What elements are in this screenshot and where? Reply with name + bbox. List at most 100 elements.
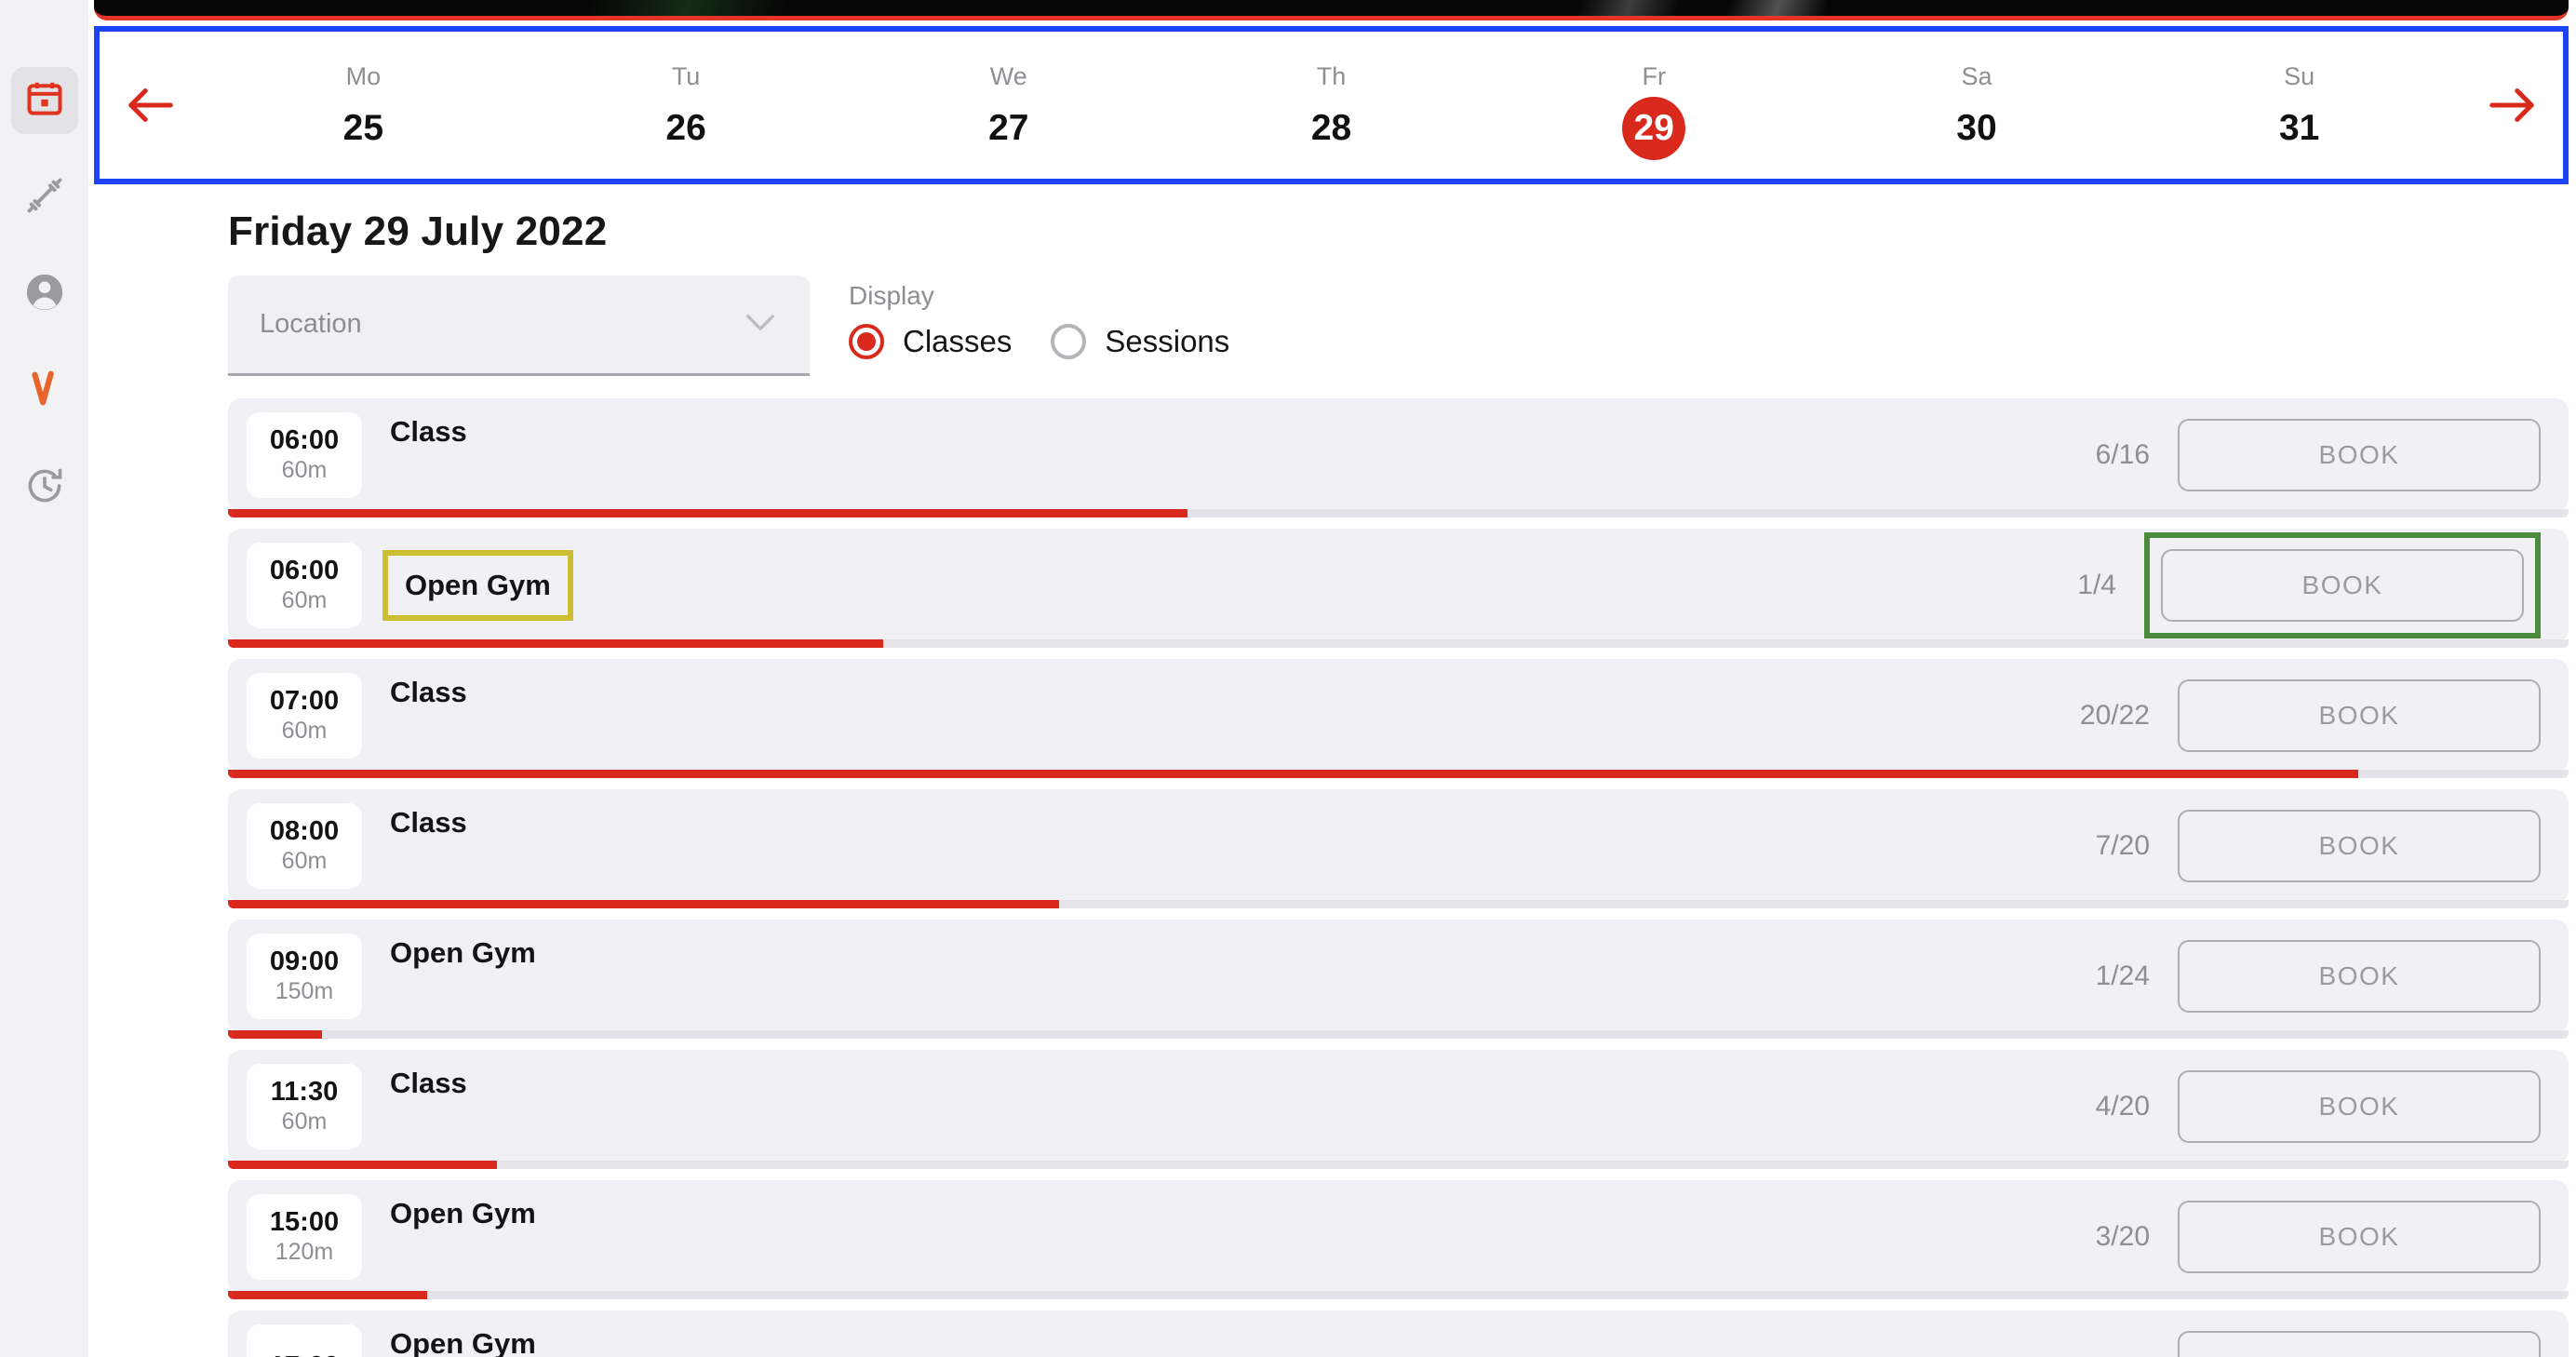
class-capacity-count: 1/4 bbox=[2077, 570, 2116, 600]
week-day-su[interactable]: Su 31 bbox=[2138, 62, 2461, 148]
class-start-time: 11:30 bbox=[270, 1076, 339, 1107]
week-day-th[interactable]: Th 28 bbox=[1170, 64, 1493, 148]
week-day-fr-selected[interactable]: Fr 29 bbox=[1493, 61, 1816, 160]
book-button[interactable]: BOOK bbox=[2161, 549, 2524, 622]
week-day-mo[interactable]: Mo 25 bbox=[202, 62, 525, 148]
week-day-label: We bbox=[989, 62, 1027, 90]
week-day-number: 28 bbox=[1310, 108, 1352, 148]
week-day-label: Sa bbox=[1961, 62, 1992, 90]
hero-banner-image bbox=[94, 0, 2569, 20]
capacity-progress-bar bbox=[228, 1291, 2569, 1299]
class-row[interactable]: 11:30 60m Class 4/20 BOOK bbox=[228, 1050, 2569, 1169]
class-title: Class bbox=[390, 676, 467, 708]
class-time-box: 08:00 60m bbox=[247, 803, 362, 889]
class-duration: 60m bbox=[281, 457, 328, 484]
capacity-progress-bar bbox=[228, 1161, 2569, 1169]
sidebar-item-checkin[interactable] bbox=[11, 357, 78, 424]
class-start-time: 15:00 bbox=[269, 1206, 340, 1237]
class-start-time: 06:00 bbox=[269, 555, 340, 585]
radio-sessions-label: Sessions bbox=[1105, 324, 1230, 358]
class-row[interactable]: 17:00 Open Gym BOOK bbox=[228, 1310, 2569, 1357]
book-button[interactable]: BOOK bbox=[2178, 1070, 2541, 1143]
book-button[interactable]: BOOK bbox=[2178, 679, 2541, 752]
week-day-label: Su bbox=[2284, 62, 2315, 90]
class-capacity-count: 7/20 bbox=[2095, 830, 2150, 861]
class-time-box: 09:00 150m bbox=[247, 934, 362, 1019]
check-v-icon bbox=[23, 368, 66, 415]
class-row[interactable]: 06:00 60m Class 6/16 BOOK bbox=[228, 398, 2569, 517]
display-mode-group: Display Classes Sessions bbox=[849, 275, 1229, 359]
class-duration: 60m bbox=[281, 718, 328, 745]
calendar-icon bbox=[24, 78, 65, 124]
book-button[interactable]: BOOK bbox=[2178, 1331, 2541, 1357]
book-button-wrapper: BOOK bbox=[2178, 940, 2541, 1013]
book-button[interactable]: BOOK bbox=[2178, 810, 2541, 882]
filter-bar: Location Display Classes Sessions bbox=[88, 255, 2576, 376]
radio-dot-icon bbox=[1051, 324, 1087, 359]
class-row[interactable]: 09:00 150m Open Gym 1/24 BOOK bbox=[228, 920, 2569, 1039]
capacity-progress-bar bbox=[228, 639, 2569, 648]
week-day-number: 25 bbox=[342, 108, 384, 148]
book-button[interactable]: BOOK bbox=[2178, 940, 2541, 1013]
next-week-button[interactable] bbox=[2461, 85, 2563, 126]
sidebar-item-history[interactable] bbox=[11, 454, 78, 521]
radio-dot-selected-icon bbox=[849, 324, 884, 359]
capacity-progress-bar bbox=[228, 770, 2569, 778]
week-day-number: 26 bbox=[665, 108, 706, 148]
week-day-label: Mo bbox=[345, 62, 382, 90]
location-select[interactable]: Location bbox=[228, 275, 810, 376]
app-root: Mo 25 Tu 26 We 27 Th 28 Fr 29 Sa 30 Su 3… bbox=[0, 0, 2576, 1357]
radio-classes[interactable]: Classes bbox=[849, 324, 1012, 359]
class-duration: 60m bbox=[281, 848, 328, 875]
week-day-sa[interactable]: Sa 30 bbox=[1816, 62, 2139, 148]
radio-classes-label: Classes bbox=[903, 324, 1013, 358]
class-title: Class bbox=[390, 806, 467, 839]
week-selector: Mo 25 Tu 26 We 27 Th 28 Fr 29 Sa 30 Su 3… bbox=[94, 26, 2569, 184]
class-duration: 120m bbox=[275, 1239, 334, 1266]
chevron-down-icon bbox=[745, 313, 776, 336]
previous-week-button[interactable] bbox=[100, 85, 202, 126]
sidebar-item-calendar[interactable] bbox=[10, 67, 78, 134]
class-row[interactable]: 15:00 120m Open Gym 3/20 BOOK bbox=[228, 1180, 2569, 1299]
class-title: Open Gym bbox=[390, 1197, 536, 1229]
class-title: Class bbox=[390, 1067, 467, 1099]
sidebar-item-profile[interactable] bbox=[11, 261, 78, 328]
page-title: Friday 29 July 2022 bbox=[228, 208, 608, 254]
class-list: 06:00 60m Class 6/16 BOOK 06:00 60m Open… bbox=[88, 398, 2576, 1357]
class-time-box: 15:00 120m bbox=[247, 1194, 362, 1280]
arrow-right-icon bbox=[2487, 85, 2537, 126]
radio-sessions[interactable]: Sessions bbox=[1051, 324, 1229, 359]
class-capacity-count: 3/20 bbox=[2095, 1221, 2150, 1252]
book-button-wrapper: BOOK bbox=[2144, 532, 2541, 638]
clock-history-icon bbox=[24, 465, 65, 511]
class-start-time: 06:00 bbox=[269, 424, 340, 455]
book-button[interactable]: BOOK bbox=[2178, 1201, 2541, 1273]
week-day-we[interactable]: We 27 bbox=[847, 62, 1170, 148]
class-time-box: 17:00 bbox=[247, 1324, 362, 1357]
class-time-box: 07:00 60m bbox=[247, 673, 362, 759]
week-day-number: 27 bbox=[988, 108, 1029, 148]
class-capacity-count: 4/20 bbox=[2095, 1091, 2150, 1122]
class-row[interactable]: 08:00 60m Class 7/20 BOOK bbox=[228, 789, 2569, 908]
capacity-progress-bar bbox=[228, 900, 2569, 908]
week-day-tu[interactable]: Tu 26 bbox=[525, 64, 848, 148]
book-button-wrapper: BOOK bbox=[2178, 419, 2541, 491]
class-row[interactable]: 06:00 60m Open Gym 1/4 BOOK bbox=[228, 529, 2569, 648]
class-row[interactable]: 07:00 60m Class 20/22 BOOK bbox=[228, 659, 2569, 778]
book-button-wrapper: BOOK bbox=[2178, 1331, 2541, 1357]
book-button-wrapper: BOOK bbox=[2178, 679, 2541, 752]
week-day-number: 31 bbox=[2278, 108, 2320, 148]
book-button[interactable]: BOOK bbox=[2178, 419, 2541, 491]
class-start-time: 17:00 bbox=[270, 1351, 339, 1357]
week-day-number: 30 bbox=[1956, 108, 1997, 148]
class-time-box: 06:00 60m bbox=[247, 543, 362, 628]
week-day-number: 29 bbox=[1622, 96, 1686, 160]
sidebar-item-workouts[interactable] bbox=[11, 164, 78, 231]
class-capacity-count: 1/24 bbox=[2095, 961, 2150, 991]
week-day-label: Fr bbox=[1642, 61, 1666, 90]
class-capacity-count: 20/22 bbox=[2079, 700, 2150, 731]
book-button-wrapper: BOOK bbox=[2178, 810, 2541, 882]
book-button-wrapper: BOOK bbox=[2178, 1070, 2541, 1143]
arrow-left-icon bbox=[126, 85, 176, 126]
person-icon bbox=[23, 271, 66, 318]
